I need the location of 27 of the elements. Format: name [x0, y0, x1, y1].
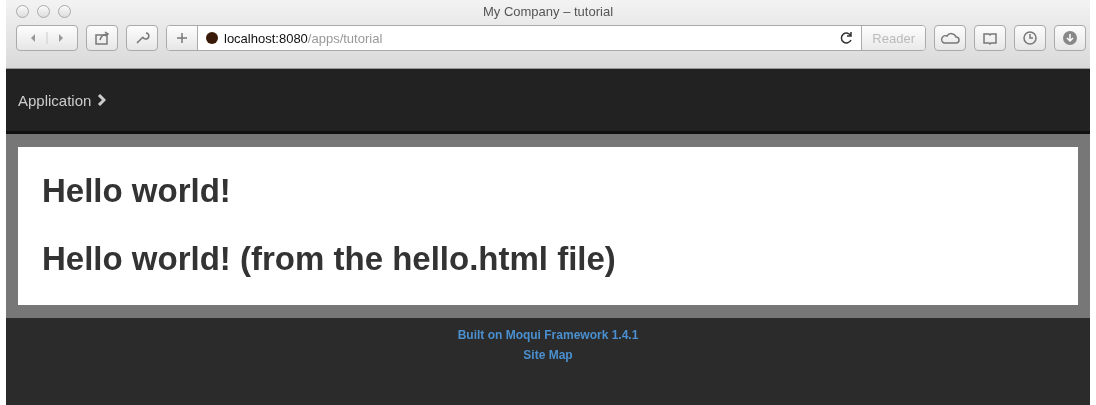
heading: Hello world! — [42, 171, 232, 211]
url-text: localhost:8080/apps/tutorial — [224, 30, 384, 46]
icloud-button[interactable] — [934, 25, 966, 51]
download-icon — [1062, 30, 1078, 46]
history-button[interactable] — [1014, 25, 1046, 51]
bookmarks-button[interactable] — [974, 25, 1006, 51]
back-forward-icon — [29, 30, 65, 46]
heading: Hello world! (from the hello.html file) — [42, 239, 617, 279]
site-icon — [206, 32, 218, 44]
clock-icon — [1022, 30, 1038, 46]
plus-icon — [174, 30, 190, 46]
share-icon — [94, 30, 110, 46]
footer-link[interactable]: Built on Moqui Framework 1.4.1 — [457, 328, 639, 342]
cloud-icon — [939, 30, 961, 46]
back-forward-button[interactable] — [16, 25, 78, 51]
book-icon — [982, 30, 998, 46]
chevron-icon — [97, 94, 107, 106]
share-button[interactable] — [86, 25, 118, 51]
window-control[interactable] — [37, 5, 50, 18]
window-control[interactable] — [16, 5, 29, 18]
add-bookmark-button[interactable] — [167, 26, 198, 50]
wrench-button[interactable] — [126, 25, 158, 51]
downloads-button[interactable] — [1054, 25, 1086, 51]
breadcrumb-link[interactable]: Application — [18, 91, 107, 109]
window-control[interactable] — [58, 5, 71, 18]
footer-link[interactable]: Site Map — [523, 348, 573, 362]
window-title: My Company – tutorial — [482, 3, 614, 19]
